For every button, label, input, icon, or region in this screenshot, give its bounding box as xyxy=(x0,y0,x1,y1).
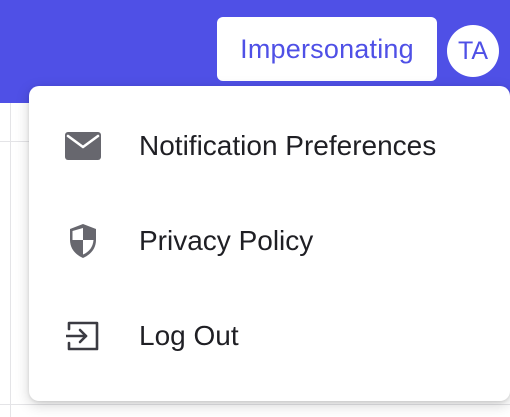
envelope-icon xyxy=(62,125,104,167)
shield-icon xyxy=(62,220,104,262)
log-out-icon xyxy=(62,315,104,357)
menu-item-notification-preferences[interactable]: Notification Preferences xyxy=(29,98,510,193)
menu-item-privacy-policy[interactable]: Privacy Policy xyxy=(29,193,510,288)
menu-item-log-out[interactable]: Log Out xyxy=(29,288,510,383)
menu-item-label: Log Out xyxy=(139,319,239,351)
user-dropdown-menu: Notification Preferences Privacy Policy xyxy=(29,86,510,401)
impersonating-badge[interactable]: Impersonating xyxy=(217,17,437,81)
background-divider xyxy=(0,404,510,405)
background-divider xyxy=(10,103,11,417)
menu-item-label: Privacy Policy xyxy=(139,224,314,256)
user-avatar[interactable]: TA xyxy=(447,25,499,77)
menu-item-label: Notification Preferences xyxy=(139,129,437,161)
page: Impersonating TA Notification Preference… xyxy=(0,0,510,417)
